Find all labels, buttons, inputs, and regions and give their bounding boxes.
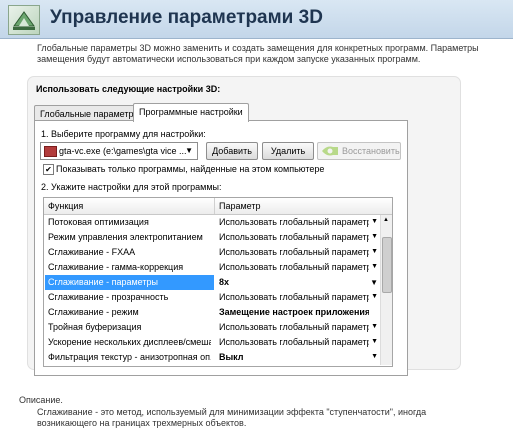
table-row[interactable]: Сглаживание - режим Замещение настроек п… (44, 305, 380, 320)
chevron-down-icon[interactable]: ▼ (371, 263, 378, 270)
program-select[interactable]: gta-vc.exe (e:\games\gta vice ... ▼ (40, 142, 198, 160)
page-header: Управление параметрами 3D (0, 0, 513, 39)
chevron-down-icon[interactable]: ▼ (371, 293, 378, 300)
row-value: Использовать глобальный параметр (В... (219, 322, 369, 332)
row-value: 8x (219, 277, 230, 287)
show-found-programs-label: Показывать только программы, найденные н… (56, 164, 325, 174)
row-value: Замещение настроек приложения (219, 307, 369, 317)
row-value: Использовать глобальный параметр (П... (219, 232, 369, 242)
row-value: Использовать глобальный параметр (В... (219, 247, 369, 257)
chevron-down-icon[interactable]: ▼ (371, 218, 378, 225)
program-icon (44, 146, 57, 157)
table-row[interactable]: Сглаживание - FXAA Использовать глобальн… (44, 245, 380, 260)
table-scrollbar[interactable]: ▲ (380, 215, 392, 365)
column-header-function[interactable]: Функция (48, 201, 83, 211)
chevron-down-icon[interactable]: ▼ (371, 233, 378, 240)
panel-heading: Использовать следующие настройки 3D: (36, 84, 221, 94)
restore-button-label: Восстановить (342, 146, 400, 156)
row-function: Тройная буферизация (48, 322, 142, 332)
row-function: Сглаживание - прозрачность (48, 292, 169, 302)
table-row[interactable]: Потоковая оптимизация Использовать глоба… (44, 215, 380, 230)
column-header-value[interactable]: Параметр (219, 201, 261, 211)
program-select-value: gta-vc.exe (e:\games\gta vice ... (59, 146, 187, 156)
row-function: Сглаживание - параметры (45, 275, 214, 290)
page-title: Управление параметрами 3D (50, 7, 323, 28)
scroll-up-icon[interactable]: ▲ (383, 217, 389, 223)
table-row[interactable]: Сглаживание - гамма-коррекция Использова… (44, 260, 380, 275)
nvidia-3d-settings-icon (8, 5, 40, 35)
table-row[interactable]: Фильтрация текстур - анизотропная оп... … (44, 350, 380, 365)
intro-text: Глобальные параметры 3D можно заменить и… (37, 43, 479, 64)
chevron-down-icon[interactable]: ▼ (371, 323, 378, 330)
table-row[interactable]: Сглаживание - прозрачность Использовать … (44, 290, 380, 305)
chevron-down-icon[interactable]: ▼ (370, 278, 378, 287)
table-header: Функция Параметр (44, 198, 392, 215)
row-function: Потоковая оптимизация (48, 217, 149, 227)
show-found-programs-checkbox[interactable]: ✔ (43, 164, 54, 175)
row-function: Сглаживание - режим (48, 307, 139, 317)
row-function: Фильтрация текстур - анизотропная оп... (48, 352, 211, 362)
row-value: Использовать глобальный параметр (Вкл) (219, 262, 369, 272)
chevron-down-icon[interactable]: ▼ (371, 248, 378, 255)
row-value: Использовать глобальный параметр (В... (219, 292, 369, 302)
description-text: Сглаживание - это метод, используемый дл… (37, 407, 427, 428)
step2-label: 2. Укажите настройки для этой программы: (41, 182, 222, 192)
row-value: Использовать глобальный параметр (А... (219, 217, 369, 227)
chevron-down-icon[interactable]: ▼ (371, 353, 378, 360)
row-function: Сглаживание - FXAA (48, 247, 136, 257)
chevron-down-icon[interactable]: ▼ (371, 338, 378, 345)
row-function: Режим управления электропитанием (48, 232, 203, 242)
nvidia-logo-icon (321, 145, 339, 159)
table-row[interactable]: Тройная буферизация Использовать глобаль… (44, 320, 380, 335)
restore-button[interactable]: Восстановить (317, 142, 401, 160)
table-row[interactable]: Ускорение нескольких дисплеев/смеша... И… (44, 335, 380, 350)
row-value: Выкл (219, 352, 244, 362)
table-row-selected[interactable]: Сглаживание - параметры 8x ▼ (44, 275, 380, 290)
row-function: Сглаживание - гамма-коррекция (48, 262, 184, 272)
settings-table: Функция Параметр Потоковая оптимизация И… (43, 197, 393, 367)
scrollbar-thumb[interactable] (382, 237, 392, 293)
remove-button[interactable]: Удалить (262, 142, 314, 160)
row-function: Ускорение нескольких дисплеев/смеша... (48, 337, 211, 347)
tab-program-settings[interactable]: Программные настройки (133, 103, 249, 122)
add-button[interactable]: Добавить (206, 142, 258, 160)
chevron-down-icon: ▼ (185, 146, 193, 155)
row-value: Использовать глобальный параметр (Р... (219, 337, 369, 347)
step1-label: 1. Выберите программу для настройки: (41, 129, 206, 139)
description-title: Описание. (19, 395, 63, 405)
table-row[interactable]: Режим управления электропитанием Использ… (44, 230, 380, 245)
